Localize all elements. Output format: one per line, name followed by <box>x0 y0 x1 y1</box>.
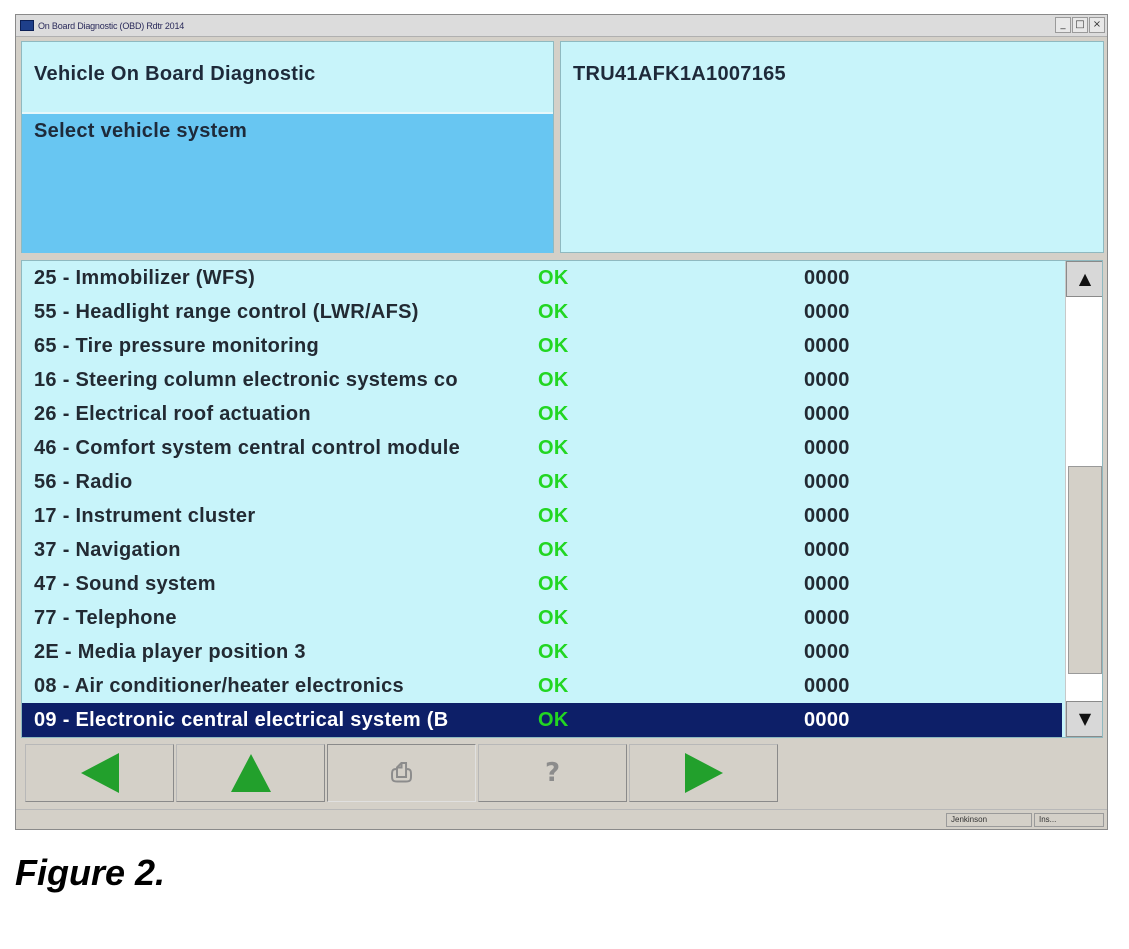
fault-code: 0000 <box>804 505 850 527</box>
app-icon <box>20 20 34 31</box>
fault-code: 0000 <box>804 369 850 391</box>
info-panel-left: Vehicle On Board Diagnostic Select vehic… <box>21 41 554 253</box>
table-row[interactable]: 55 - Headlight range control (LWR/AFS) OK… <box>22 295 1062 329</box>
printer-icon: ⎙ <box>391 757 412 788</box>
subtitle-area: Select vehicle system <box>22 112 553 253</box>
system-name: 65 - Tire pressure monitoring <box>34 335 320 357</box>
system-name: 17 - Instrument cluster <box>34 505 256 527</box>
table-row[interactable]: 16 - Steering column electronic systems … <box>22 363 1062 397</box>
up-button[interactable] <box>176 744 325 802</box>
status-badge: OK <box>538 267 569 289</box>
fault-code: 0000 <box>804 267 850 289</box>
system-name: 08 - Air conditioner/heater electronics <box>34 675 404 697</box>
table-row[interactable]: 09 - Electronic central electrical syste… <box>22 703 1062 737</box>
status-badge: OK <box>538 505 569 527</box>
system-rows: 25 - Immobilizer (WFS) OK 0000 55 - Headlig… <box>22 261 1062 737</box>
system-name: 55 - Headlight range control (LWR/AFS) <box>34 301 419 323</box>
fault-code: 0000 <box>804 403 850 425</box>
help-icon: ? <box>544 758 561 788</box>
window-controls: _ □ × <box>1055 17 1105 34</box>
scroll-up-icon[interactable]: ▲ <box>1066 261 1102 297</box>
system-name: 56 - Radio <box>34 471 133 493</box>
system-name: 77 - Telephone <box>34 607 177 629</box>
title-bar[interactable]: On Board Diagnostic (OBD) Rdtr 2014 _ □ … <box>16 15 1107 37</box>
status-badge: OK <box>538 335 569 357</box>
window-title: On Board Diagnostic (OBD) Rdtr 2014 <box>38 21 185 31</box>
system-name: 46 - Comfort system central control modu… <box>34 437 461 459</box>
minimize-icon[interactable]: _ <box>1055 17 1071 33</box>
status-badge: OK <box>538 301 569 323</box>
system-name: 37 - Navigation <box>34 539 181 561</box>
status-badge: OK <box>538 607 569 629</box>
back-button[interactable] <box>25 744 174 802</box>
navigation-toolbar: ⎙ ? <box>21 742 1103 804</box>
table-row[interactable]: 37 - Navigation OK 0000 <box>22 533 1062 567</box>
vin-panel: TRU41AFK1A1007165 <box>560 41 1104 253</box>
fault-code: 0000 <box>804 471 850 493</box>
page-title: Vehicle On Board Diagnostic <box>34 63 316 85</box>
status-badge: OK <box>538 437 569 459</box>
system-name: 26 - Electrical roof actuation <box>34 403 311 425</box>
table-row[interactable]: 46 - Comfort system central control modu… <box>22 431 1062 465</box>
system-name: 47 - Sound system <box>34 573 216 595</box>
table-row[interactable]: 56 - Radio OK 0000 <box>22 465 1062 499</box>
table-row[interactable]: 25 - Immobilizer (WFS) OK 0000 <box>22 261 1062 295</box>
status-badge: OK <box>538 539 569 561</box>
maximize-icon[interactable]: □ <box>1072 17 1088 33</box>
status-badge: OK <box>538 709 569 731</box>
table-row[interactable]: 26 - Electrical roof actuation OK 0000 <box>22 397 1062 431</box>
fault-code: 0000 <box>804 709 850 731</box>
system-name: 25 - Immobilizer (WFS) <box>34 267 256 289</box>
table-row[interactable]: 77 - Telephone OK 0000 <box>22 601 1062 635</box>
left-arrow-icon <box>80 753 119 793</box>
instruction-text: Select vehicle system <box>34 120 248 142</box>
header-title-area: Vehicle On Board Diagnostic <box>22 42 553 112</box>
status-cell-user: Jenkinson <box>946 813 1032 827</box>
fault-code: 0000 <box>804 641 850 663</box>
table-row[interactable]: 2E - Media player position 3 OK 0000 <box>22 635 1062 669</box>
scroll-thumb[interactable] <box>1068 466 1102 674</box>
status-badge: OK <box>538 403 569 425</box>
list-scrollbar[interactable]: ▲ ▼ <box>1065 261 1102 737</box>
forward-button[interactable] <box>629 744 778 802</box>
fault-code: 0000 <box>804 335 850 357</box>
status-badge: OK <box>538 369 569 391</box>
close-icon[interactable]: × <box>1089 17 1105 33</box>
system-name: 16 - Steering column electronic systems … <box>34 369 458 391</box>
status-bar: Jenkinson Ins... <box>16 809 1107 829</box>
status-badge: OK <box>538 675 569 697</box>
print-button[interactable]: ⎙ <box>327 744 476 802</box>
system-name: 09 - Electronic central electrical syste… <box>34 709 449 731</box>
system-name: 2E - Media player position 3 <box>34 641 306 663</box>
right-arrow-icon <box>684 753 723 793</box>
table-row[interactable]: 08 - Air conditioner/heater electronics O… <box>22 669 1062 703</box>
up-arrow-icon <box>230 754 271 792</box>
status-badge: OK <box>538 641 569 663</box>
system-list: 25 - Immobilizer (WFS) OK 0000 55 - Headlig… <box>21 260 1103 738</box>
fault-code: 0000 <box>804 573 850 595</box>
status-badge: OK <box>538 471 569 493</box>
vin-label: TRU41AFK1A1007165 <box>573 63 786 85</box>
table-row[interactable]: 17 - Instrument cluster OK 0000 <box>22 499 1062 533</box>
fault-code: 0000 <box>804 539 850 561</box>
diagnostic-window: On Board Diagnostic (OBD) Rdtr 2014 _ □ … <box>15 14 1108 830</box>
table-row[interactable]: 47 - Sound system OK 0000 <box>22 567 1062 601</box>
fault-code: 0000 <box>804 437 850 459</box>
status-badge: OK <box>538 573 569 595</box>
fault-code: 0000 <box>804 675 850 697</box>
figure-caption: Figure 2. <box>15 852 166 893</box>
table-row[interactable]: 65 - Tire pressure monitoring OK 0000 <box>22 329 1062 363</box>
help-button[interactable]: ? <box>478 744 627 802</box>
status-cell-mode: Ins... <box>1034 813 1104 827</box>
scroll-down-icon[interactable]: ▼ <box>1066 701 1102 737</box>
fault-code: 0000 <box>804 607 850 629</box>
fault-code: 0000 <box>804 301 850 323</box>
